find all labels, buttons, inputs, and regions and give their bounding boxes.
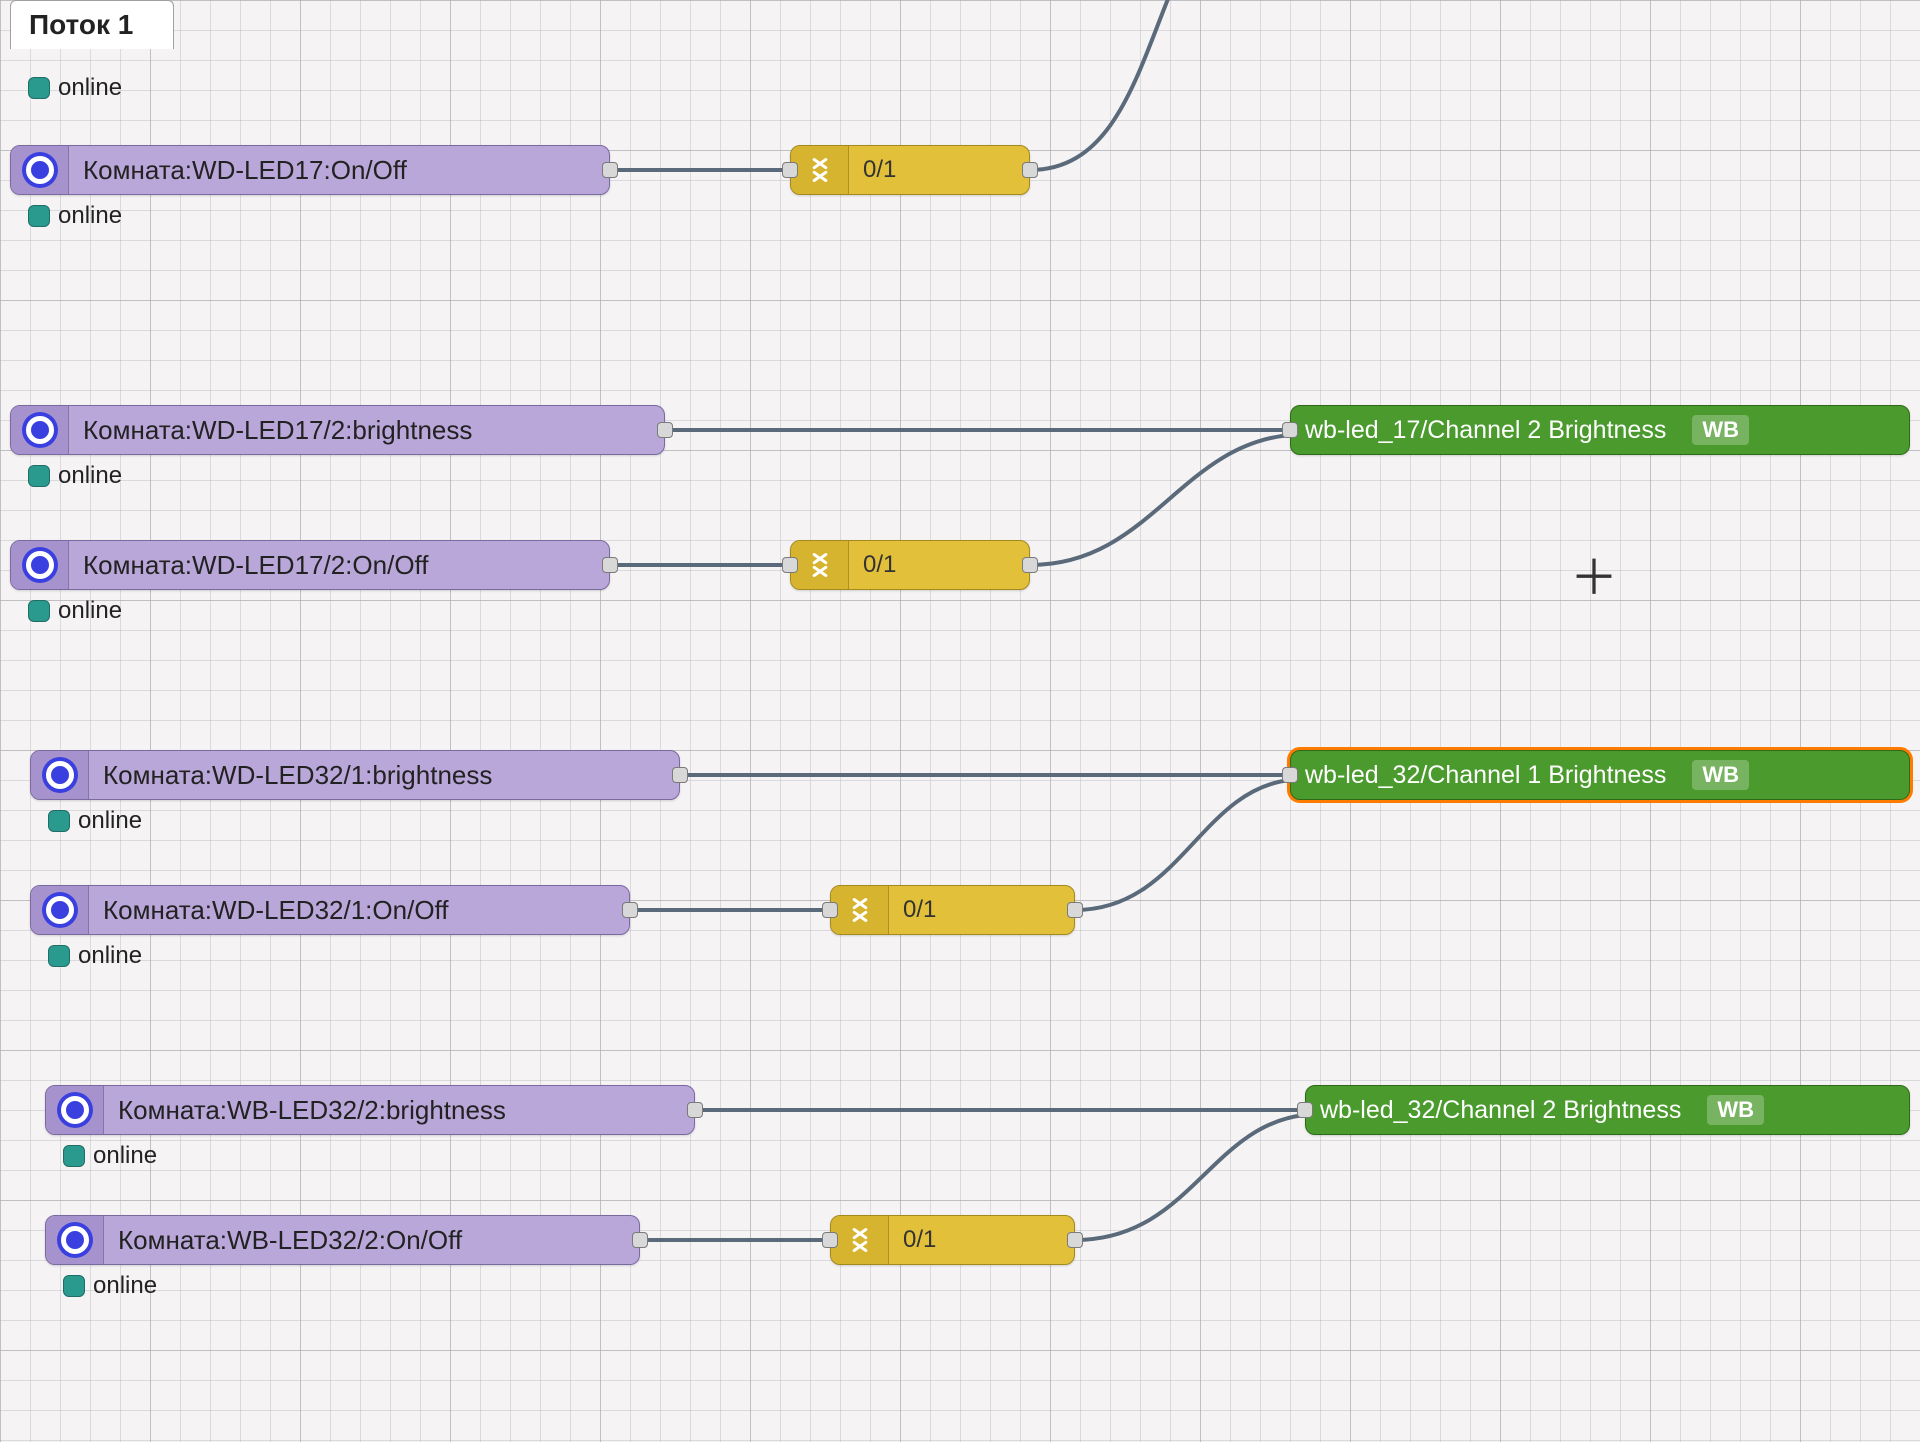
homekit-icon xyxy=(57,1222,93,1258)
entity-node-led32-2-onoff[interactable]: Комната:WB-LED32/2:On/Off xyxy=(45,1215,640,1265)
node-icon-cell xyxy=(831,886,889,934)
node-icon-cell xyxy=(46,1216,104,1264)
node-label: 0/1 xyxy=(849,551,914,579)
entity-node-led17-2-onoff[interactable]: Комната:WD-LED17/2:On/Off xyxy=(10,540,610,590)
node-label: Комната:WD-LED32/1:On/Off xyxy=(89,895,467,926)
node-output-port[interactable] xyxy=(1022,162,1038,178)
node-label: Комната:WD-LED17:On/Off xyxy=(69,155,425,186)
node-status: online xyxy=(28,597,122,625)
status-text: online xyxy=(58,462,122,490)
flow-canvas[interactable]: Поток 1 online Комната:WD-LED1 xyxy=(0,0,1920,1442)
node-icon-cell xyxy=(11,146,69,194)
node-output-port[interactable] xyxy=(657,422,673,438)
status-dot-icon xyxy=(28,465,50,487)
node-input-port[interactable] xyxy=(1282,422,1298,438)
homekit-icon xyxy=(22,547,58,583)
switch-node-5[interactable]: 0/1 xyxy=(830,885,1075,935)
switch-node-7[interactable]: 0/1 xyxy=(830,1215,1075,1265)
node-icon-cell xyxy=(791,146,849,194)
node-output-port[interactable] xyxy=(1067,1232,1083,1248)
node-status: online xyxy=(48,807,142,835)
node-label: Комната:WB-LED32/2:On/Off xyxy=(104,1225,480,1256)
entity-node-led32-1-brightness[interactable]: Комната:WD-LED32/1:brightness xyxy=(30,750,680,800)
node-icon-cell xyxy=(831,1216,889,1264)
node-label: Комната:WD-LED17/2:On/Off xyxy=(69,550,447,581)
node-icon-cell xyxy=(31,751,89,799)
status-text: online xyxy=(58,597,122,625)
flow-tab[interactable]: Поток 1 xyxy=(10,0,174,49)
status-text: online xyxy=(58,74,122,102)
node-badge: WB xyxy=(1707,1095,1764,1125)
status-text: online xyxy=(78,807,142,835)
switch-icon xyxy=(846,896,874,924)
node-icon-cell xyxy=(11,406,69,454)
switch-node-1[interactable]: 0/1 xyxy=(790,145,1030,195)
node-label: 0/1 xyxy=(889,896,954,924)
node-output-port[interactable] xyxy=(687,1102,703,1118)
homekit-icon xyxy=(22,412,58,448)
canvas-plus-icon: ＋ xyxy=(1570,555,1618,603)
node-label: 0/1 xyxy=(889,1226,954,1254)
node-status: online xyxy=(28,74,122,102)
switch-icon xyxy=(806,156,834,184)
status-dot-icon xyxy=(63,1145,85,1167)
node-output-port[interactable] xyxy=(602,162,618,178)
node-input-port[interactable] xyxy=(1297,1102,1313,1118)
switch-icon xyxy=(806,551,834,579)
node-output-port[interactable] xyxy=(1022,557,1038,573)
node-label: wb-led_17/Channel 2 Brightness xyxy=(1291,416,1684,445)
node-output-port[interactable] xyxy=(622,902,638,918)
node-label: Комната:WB-LED32/2:brightness xyxy=(104,1095,524,1126)
node-badge: WB xyxy=(1692,760,1749,790)
status-dot-icon xyxy=(48,810,70,832)
wb-output-node-led32-ch1[interactable]: wb-led_32/Channel 1 Brightness WB xyxy=(1290,750,1910,800)
node-status: online xyxy=(63,1142,157,1170)
node-status: online xyxy=(63,1272,157,1300)
node-icon-cell xyxy=(791,541,849,589)
status-text: online xyxy=(78,942,142,970)
node-icon-cell xyxy=(31,886,89,934)
homekit-icon xyxy=(57,1092,93,1128)
wb-output-node-led17-ch2[interactable]: wb-led_17/Channel 2 Brightness WB xyxy=(1290,405,1910,455)
node-output-port[interactable] xyxy=(632,1232,648,1248)
node-icon-cell xyxy=(11,541,69,589)
entity-node-led17-2-brightness[interactable]: Комната:WD-LED17/2:brightness xyxy=(10,405,665,455)
entity-node-led32-1-onoff[interactable]: Комната:WD-LED32/1:On/Off xyxy=(30,885,630,935)
node-input-port[interactable] xyxy=(782,557,798,573)
node-output-port[interactable] xyxy=(672,767,688,783)
node-output-port[interactable] xyxy=(1067,902,1083,918)
status-dot-icon xyxy=(48,945,70,967)
status-dot-icon xyxy=(63,1275,85,1297)
wb-output-node-led32-ch2[interactable]: wb-led_32/Channel 2 Brightness WB xyxy=(1305,1085,1910,1135)
node-badge: WB xyxy=(1692,415,1749,445)
homekit-icon xyxy=(22,152,58,188)
switch-icon xyxy=(846,1226,874,1254)
status-dot-icon xyxy=(28,205,50,227)
homekit-icon xyxy=(42,757,78,793)
node-status: online xyxy=(48,942,142,970)
node-label: wb-led_32/Channel 2 Brightness xyxy=(1306,1096,1699,1125)
node-label: 0/1 xyxy=(849,156,914,184)
node-label: wb-led_32/Channel 1 Brightness xyxy=(1291,761,1684,790)
node-input-port[interactable] xyxy=(822,902,838,918)
node-input-port[interactable] xyxy=(1282,767,1298,783)
node-label: Комната:WD-LED32/1:brightness xyxy=(89,760,510,791)
status-text: online xyxy=(58,202,122,230)
entity-node-led17-onoff[interactable]: Комната:WD-LED17:On/Off xyxy=(10,145,610,195)
status-text: online xyxy=(93,1142,157,1170)
node-input-port[interactable] xyxy=(782,162,798,178)
node-output-port[interactable] xyxy=(602,557,618,573)
node-label: Комната:WD-LED17/2:brightness xyxy=(69,415,490,446)
switch-node-3[interactable]: 0/1 xyxy=(790,540,1030,590)
node-status: online xyxy=(28,462,122,490)
entity-node-led32-2-brightness[interactable]: Комната:WB-LED32/2:brightness xyxy=(45,1085,695,1135)
status-text: online xyxy=(93,1272,157,1300)
flow-tab-label: Поток 1 xyxy=(29,9,133,40)
node-status: online xyxy=(28,202,122,230)
status-dot-icon xyxy=(28,77,50,99)
status-dot-icon xyxy=(28,600,50,622)
node-icon-cell xyxy=(46,1086,104,1134)
node-input-port[interactable] xyxy=(822,1232,838,1248)
homekit-icon xyxy=(42,892,78,928)
